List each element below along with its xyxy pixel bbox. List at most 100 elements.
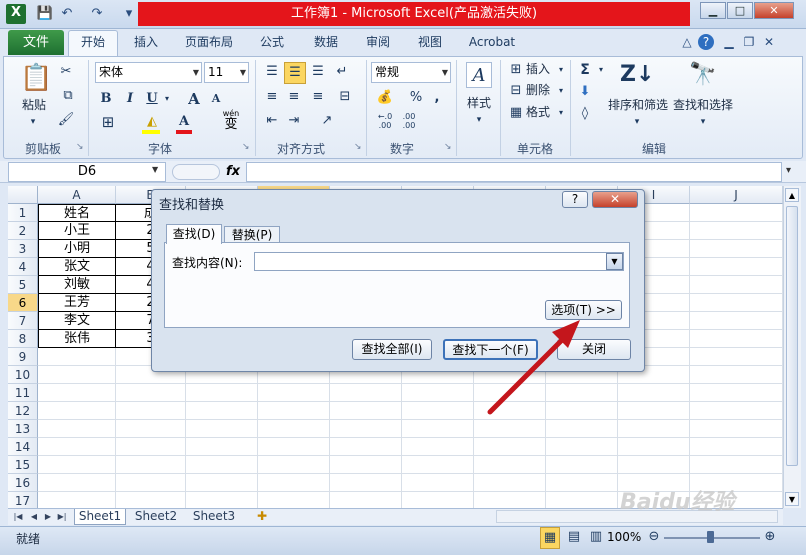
table-cell[interactable] [38,402,116,420]
tab-view[interactable]: 视图 [410,33,450,55]
table-cell[interactable] [186,438,258,456]
grow-font-button[interactable]: A [186,89,202,109]
chevron-down-icon[interactable]: ▾ [556,103,566,123]
table-cell[interactable] [258,420,330,438]
table-cell[interactable] [618,456,690,474]
delete-cells-icon[interactable]: ⊟ [506,81,526,101]
table-cell[interactable] [258,456,330,474]
table-cell[interactable]: 李文 [38,312,116,330]
insert-function-button[interactable]: fx [222,162,244,182]
row-header[interactable]: 4 [8,258,38,276]
table-cell[interactable] [690,438,783,456]
table-cell[interactable] [690,276,783,294]
dialog-help-button[interactable]: ? [562,191,588,208]
table-cell[interactable] [690,420,783,438]
table-cell[interactable] [402,456,474,474]
table-cell[interactable] [330,474,402,492]
tab-page-layout[interactable]: 页面布局 [178,33,240,55]
orientation-icon[interactable]: ↗ [316,111,338,131]
dialog-close-button[interactable]: ✕ [592,191,638,208]
name-box[interactable]: D6 [8,162,166,182]
sheet-tab-3[interactable]: Sheet3 [188,509,240,525]
wb-minimize-icon[interactable]: ▁ [720,33,738,51]
chevron-down-icon[interactable]: ▾ [556,60,566,80]
table-cell[interactable]: 小王 [38,222,116,240]
zoom-in-icon[interactable]: ⊕ [762,527,778,547]
binoculars-icon[interactable]: 🔭 [688,58,718,92]
row-header[interactable]: 2 [8,222,38,240]
table-cell[interactable] [330,384,402,402]
row-header[interactable]: 3 [8,240,38,258]
row-header[interactable]: 11 [8,384,38,402]
table-cell[interactable] [116,474,186,492]
number-format-combo[interactable]: 常规 ▼ [371,62,451,83]
align-center-icon[interactable]: ≡ [284,87,304,107]
copy-icon[interactable]: ⧉ [56,86,80,106]
table-cell[interactable] [402,420,474,438]
scroll-down-icon[interactable]: ▼ [785,492,799,506]
page-break-view-icon[interactable]: ▥ [586,527,606,547]
table-cell[interactable] [330,420,402,438]
accounting-format-icon[interactable]: 💰 [374,88,396,108]
clipboard-launcher-icon[interactable]: ↘ [76,142,84,152]
merge-center-icon[interactable]: ⊟ [334,87,356,107]
table-cell[interactable] [402,402,474,420]
cut-icon[interactable]: ✂ [56,62,76,82]
table-cell[interactable] [618,438,690,456]
maximize-button[interactable]: □ [727,2,753,19]
minimize-ribbon-icon[interactable]: △ [678,33,696,51]
alignment-launcher-icon[interactable]: ↘ [354,142,362,152]
scroll-up-icon[interactable]: ▲ [785,188,799,202]
decrease-indent-icon[interactable]: ⇤ [262,111,282,131]
table-cell[interactable] [402,438,474,456]
format-cells-icon[interactable]: ▦ [506,103,526,123]
table-cell[interactable] [402,384,474,402]
table-cell[interactable] [402,474,474,492]
table-cell[interactable] [38,384,116,402]
next-sheet-icon[interactable]: ▶ [42,510,54,523]
table-cell[interactable] [690,222,783,240]
fill-icon[interactable]: ⬇ [576,82,594,102]
table-cell[interactable] [618,420,690,438]
table-cell[interactable] [690,204,783,222]
table-cell[interactable] [546,474,618,492]
row-header[interactable]: 6 [8,294,38,312]
select-all-corner[interactable] [8,186,38,204]
styles-icon[interactable]: A [466,62,492,88]
table-cell[interactable] [690,366,783,384]
table-cell[interactable] [618,384,690,402]
align-right-icon[interactable]: ≡ [308,87,328,107]
align-bottom-icon[interactable]: ☰ [308,62,328,82]
tab-insert[interactable]: 插入 [126,33,166,55]
font-launcher-icon[interactable]: ↘ [242,142,250,152]
table-cell[interactable]: 小明 [38,240,116,258]
tab-file[interactable]: 文件 [8,30,64,55]
row-header[interactable]: 1 [8,204,38,222]
zoom-level[interactable]: 100% [607,530,641,544]
delete-cells-button[interactable]: 删除 [526,81,554,99]
bold-button[interactable]: B [98,89,114,109]
redo-icon[interactable]: ↷ [88,5,106,23]
table-cell[interactable] [330,402,402,420]
find-all-button[interactable]: 查找全部(I) [352,339,432,360]
row-header[interactable]: 15 [8,456,38,474]
table-cell[interactable] [258,384,330,402]
table-cell[interactable]: 王芳 [38,294,116,312]
column-header[interactable]: A [38,186,116,204]
save-icon[interactable]: 💾 [36,5,54,23]
number-launcher-icon[interactable]: ↘ [444,142,452,152]
undo-icon[interactable]: ↶ [58,5,76,23]
table-cell[interactable] [618,402,690,420]
table-cell[interactable] [258,474,330,492]
name-box-dropdown-icon[interactable]: ▼ [152,165,158,174]
table-cell[interactable] [546,438,618,456]
table-cell[interactable]: 张文 [38,258,116,276]
first-sheet-icon[interactable]: |◀ [12,510,24,523]
font-name-combo[interactable]: 宋体 ▼ [95,62,202,83]
insert-sheet-icon[interactable]: ✚ [250,509,274,525]
borders-icon[interactable]: ⊞ [98,112,118,132]
table-cell[interactable] [690,402,783,420]
table-cell[interactable]: 张伟 [38,330,116,348]
format-cells-button[interactable]: 格式 [526,103,554,121]
table-cell[interactable] [258,402,330,420]
